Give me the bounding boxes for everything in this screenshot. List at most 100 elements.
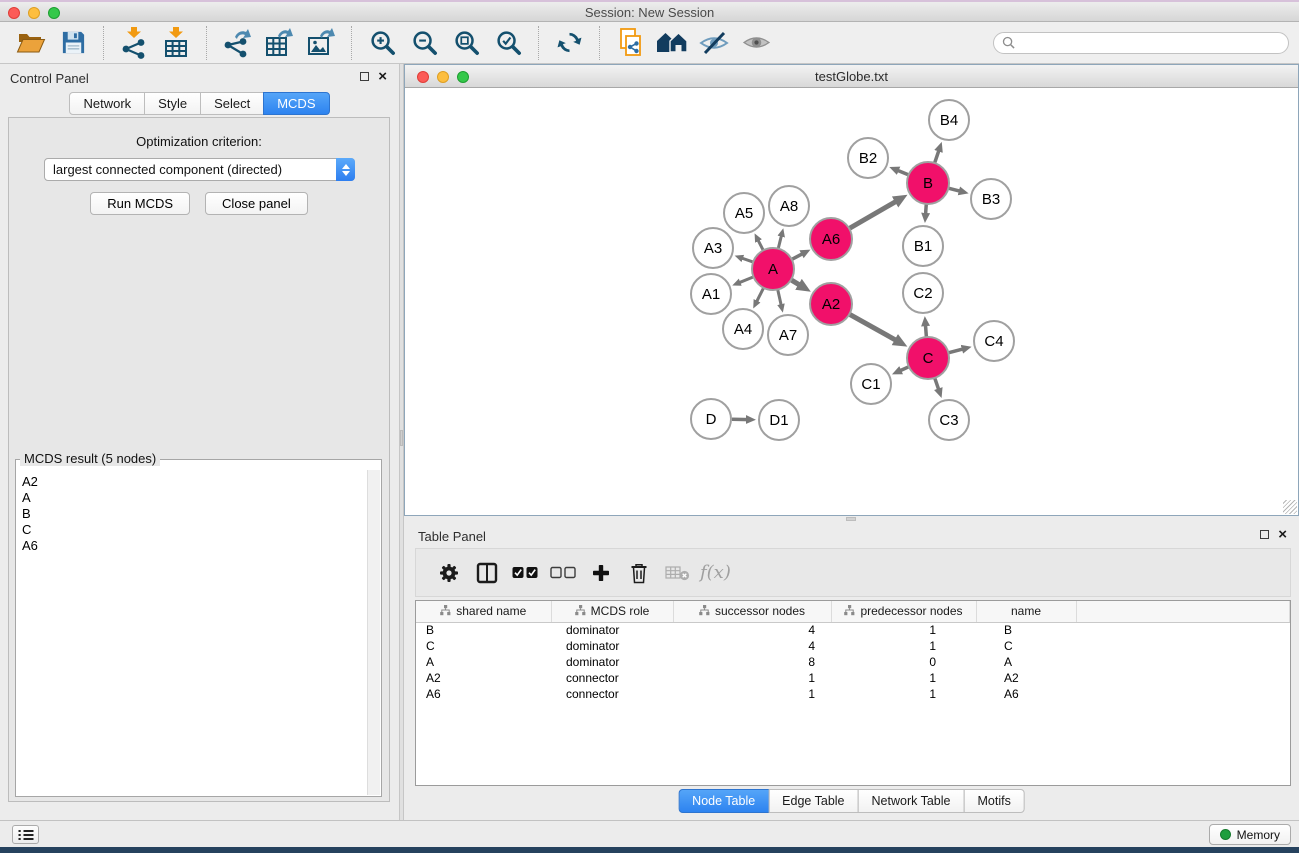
add-column-button[interactable] — [582, 553, 620, 593]
graph-node-A3[interactable]: A3 — [693, 228, 733, 268]
graph-node-C1[interactable]: C1 — [851, 364, 891, 404]
select-all-button[interactable] — [506, 553, 544, 593]
graph-node-A4[interactable]: A4 — [723, 309, 763, 349]
open-session-button[interactable] — [10, 25, 52, 61]
graph-node-B3[interactable]: B3 — [971, 179, 1011, 219]
tab-node-table[interactable]: Node Table — [678, 789, 769, 813]
export-image-button[interactable] — [300, 25, 342, 61]
graph-edge-A-A1[interactable] — [738, 277, 754, 283]
graph-node-B4[interactable]: B4 — [929, 100, 969, 140]
column-header-mcds-role[interactable]: MCDS role — [551, 601, 673, 622]
table-row[interactable]: A6connector11A6 — [416, 686, 1290, 702]
graph-node-A1[interactable]: A1 — [691, 274, 731, 314]
export-table-button[interactable] — [258, 25, 300, 61]
column-header-successor-nodes[interactable]: successor nodes — [673, 601, 831, 622]
graph-node-D1[interactable]: D1 — [759, 400, 799, 440]
network-overview-button[interactable] — [651, 25, 693, 61]
graph-edge-A6-B[interactable] — [849, 200, 899, 229]
graph-edge-A-A3[interactable] — [740, 258, 753, 263]
graph-edge-B-B3[interactable] — [948, 188, 962, 192]
graph-edge-A-A8[interactable] — [778, 234, 782, 249]
graph-edge-B-B1[interactable] — [925, 204, 926, 216]
graph-node-C2[interactable]: C2 — [903, 273, 943, 313]
graph-edge-A-A6[interactable] — [792, 253, 805, 260]
graph-node-A2[interactable]: A2 — [810, 283, 852, 325]
zoom-selected-button[interactable] — [487, 25, 529, 61]
float-panel-icon[interactable] — [360, 72, 369, 81]
column-header-shared-name[interactable]: shared name — [416, 601, 551, 622]
graph-edge-A-A4[interactable] — [756, 288, 764, 304]
graph-node-C4[interactable]: C4 — [974, 321, 1014, 361]
delete-table-button[interactable] — [658, 553, 696, 593]
graph-node-B[interactable]: B — [907, 162, 949, 204]
graph-node-C[interactable]: C — [907, 337, 949, 379]
column-header-predecessor-nodes[interactable]: predecessor nodes — [831, 601, 976, 622]
close-panel-icon[interactable]: × — [378, 71, 387, 82]
graph-edge-A-A2[interactable] — [791, 280, 803, 287]
graph-node-A[interactable]: A — [752, 248, 794, 290]
table-settings-button[interactable] — [430, 553, 468, 593]
graph-node-A7[interactable]: A7 — [768, 315, 808, 355]
memory-button[interactable]: Memory — [1209, 824, 1291, 845]
graph-node-B1[interactable]: B1 — [903, 226, 943, 266]
zoom-fit-button[interactable] — [445, 25, 487, 61]
close-panel-button[interactable]: Close panel — [205, 192, 308, 215]
tab-mcds[interactable]: MCDS — [263, 92, 329, 115]
graph-edge-B-B4[interactable] — [935, 148, 940, 163]
graph-node-A5[interactable]: A5 — [724, 193, 764, 233]
horizontal-divider-grip[interactable] — [846, 517, 856, 521]
network-window-titlebar[interactable]: testGlobe.txt — [405, 65, 1298, 88]
graph-node-A6[interactable]: A6 — [810, 218, 852, 260]
mcds-result-list[interactable]: A2ABCA6 — [16, 470, 367, 795]
tab-edge-table[interactable]: Edge Table — [768, 789, 858, 813]
column-header-name[interactable]: name — [976, 601, 1076, 622]
tab-select[interactable]: Select — [200, 92, 264, 115]
graph-node-A8[interactable]: A8 — [769, 186, 809, 226]
graph-edge-A-A5[interactable] — [757, 239, 763, 251]
deselect-all-button[interactable] — [544, 553, 582, 593]
graph-edge-B-B2[interactable] — [896, 170, 909, 175]
import-table-button[interactable] — [155, 25, 197, 61]
graph-edge-A-A7[interactable] — [778, 290, 782, 308]
zoom-out-button[interactable] — [403, 25, 445, 61]
delete-column-button[interactable] — [620, 553, 658, 593]
table-row[interactable]: Adominator80A — [416, 654, 1290, 670]
show-panels-button[interactable] — [735, 25, 777, 61]
graph-node-B2[interactable]: B2 — [848, 138, 888, 178]
zoom-in-button[interactable] — [361, 25, 403, 61]
optimization-criterion-select[interactable]: largest connected component (directed) — [44, 158, 355, 181]
tab-network-table[interactable]: Network Table — [858, 789, 965, 813]
duplicate-network-button[interactable] — [609, 25, 651, 61]
network-title: testGlobe.txt — [405, 69, 1298, 84]
hide-panels-button[interactable] — [693, 25, 735, 61]
network-canvas[interactable]: B4 B2 B B3 A8A5 A6 B1 A3 A C2 A1 A2 A4A7 C4 C C1 C3 D D1 — [405, 88, 1298, 515]
divider-grip[interactable] — [400, 430, 403, 446]
graph-node-C3[interactable]: C3 — [929, 400, 969, 440]
graph-edge-C-C1[interactable] — [898, 367, 909, 372]
import-network-button[interactable] — [113, 25, 155, 61]
search-input[interactable] — [1020, 36, 1280, 50]
window-resize-grip[interactable] — [1283, 500, 1297, 514]
result-scrollbar[interactable] — [367, 470, 380, 795]
table-row[interactable]: Cdominator41C — [416, 638, 1290, 654]
graph-edge-C-C4[interactable] — [948, 348, 965, 352]
graph-edge-C-C3[interactable] — [935, 378, 940, 392]
graph-node-D[interactable]: D — [691, 399, 731, 439]
run-mcds-button[interactable]: Run MCDS — [90, 192, 190, 215]
float-table-panel-icon[interactable] — [1260, 530, 1269, 539]
show-columns-button[interactable] — [468, 553, 506, 593]
save-session-button[interactable] — [52, 25, 94, 61]
search-box[interactable] — [993, 32, 1289, 54]
graph-edge-C-C2[interactable] — [925, 323, 926, 337]
table-row[interactable]: A2connector11A2 — [416, 670, 1290, 686]
table-row[interactable]: Bdominator41B — [416, 622, 1290, 638]
tab-motifs[interactable]: Motifs — [963, 789, 1024, 813]
function-builder-button[interactable]: f(x) — [700, 562, 731, 583]
apply-layout-button[interactable] — [548, 25, 590, 61]
export-network-button[interactable] — [216, 25, 258, 61]
tab-network[interactable]: Network — [69, 92, 145, 115]
close-table-panel-icon[interactable]: × — [1278, 529, 1287, 540]
task-history-button[interactable] — [12, 825, 39, 844]
tab-style[interactable]: Style — [144, 92, 201, 115]
graph-edge-A2-C[interactable] — [849, 314, 899, 342]
